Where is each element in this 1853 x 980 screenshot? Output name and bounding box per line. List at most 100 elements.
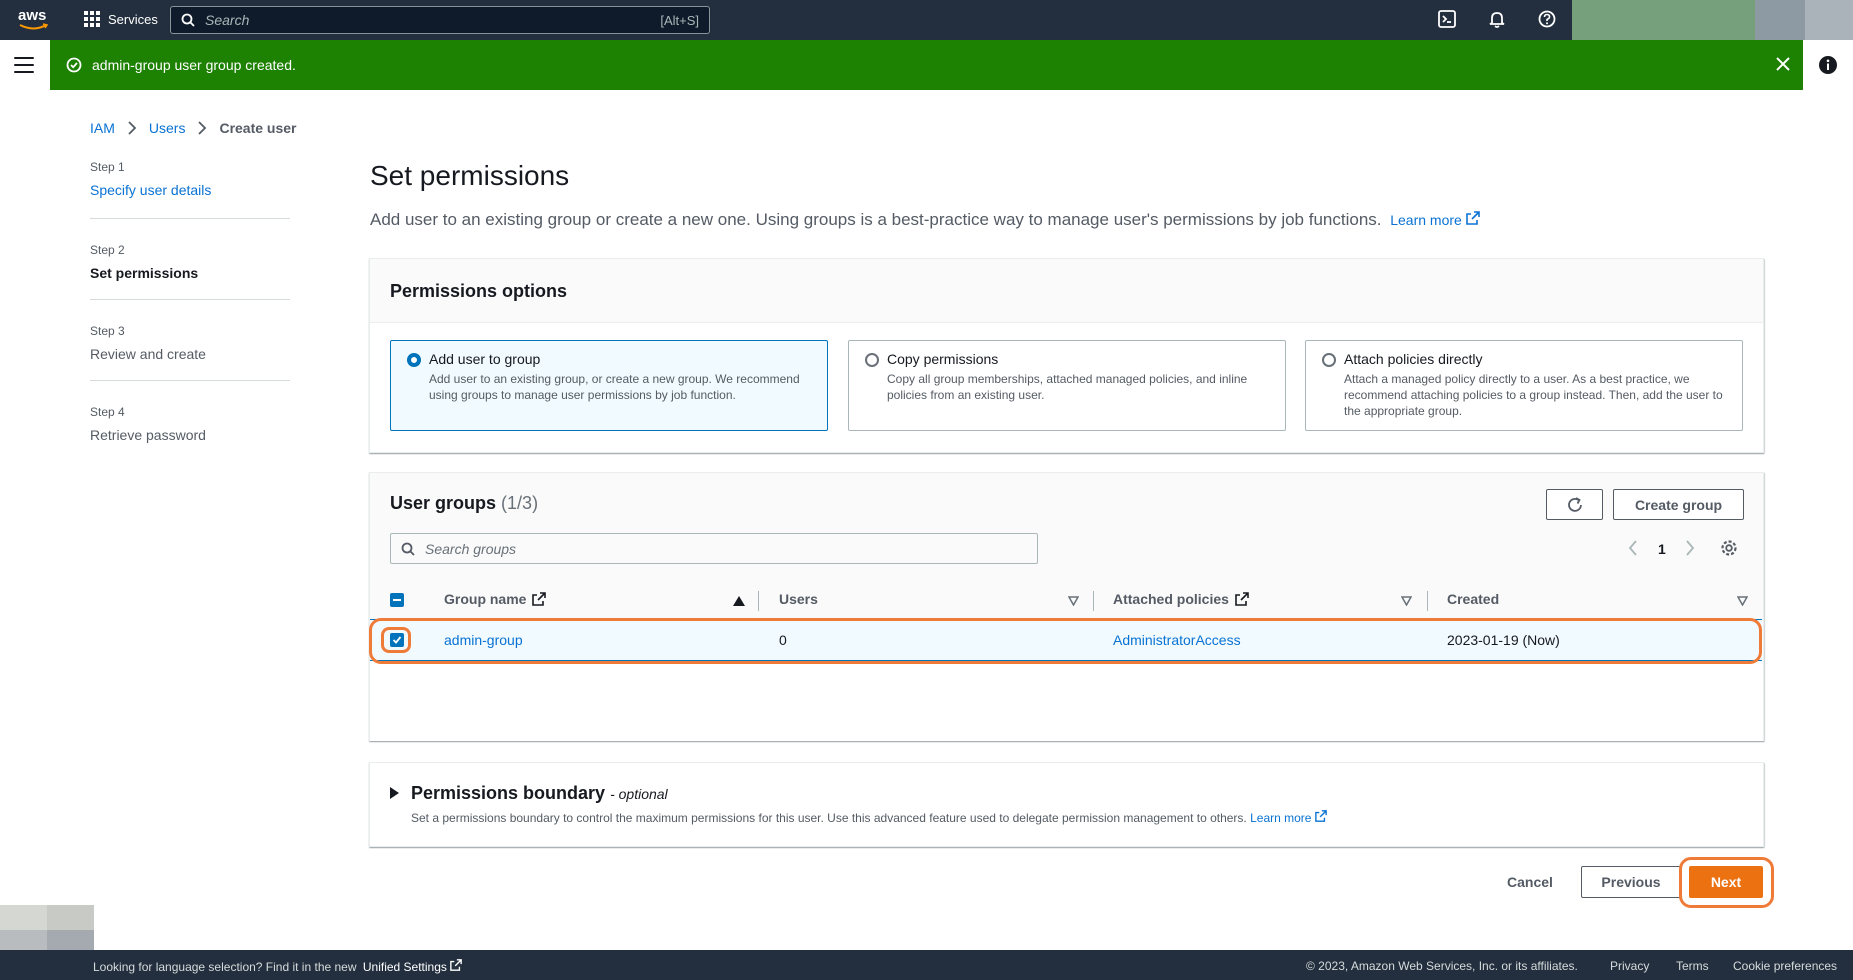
- learn-more-label: Learn more: [1250, 811, 1312, 825]
- sort-icon[interactable]: [1068, 596, 1079, 606]
- column-header-label: Created: [1447, 591, 1500, 607]
- notifications-bell-icon[interactable]: [1488, 10, 1506, 28]
- option-description: Add user to an existing group, or create…: [429, 372, 800, 402]
- option-title: Attach policies directly: [1344, 351, 1483, 367]
- chevron-right-icon: [198, 121, 207, 135]
- breadcrumb-users[interactable]: Users: [149, 120, 186, 136]
- unified-settings-link[interactable]: Unified Settings: [362, 959, 463, 974]
- wizard-steps: Step 1 Specify user details Step 2 Set p…: [90, 160, 290, 485]
- grid-icon: [84, 11, 100, 27]
- cancel-button[interactable]: Cancel: [1507, 874, 1553, 890]
- gear-icon[interactable]: [1720, 539, 1738, 557]
- external-link-icon: [532, 592, 547, 606]
- page-title: Set permissions: [370, 160, 570, 191]
- wizard-step-1: Step 1 Specify user details: [90, 160, 290, 219]
- footer-lang-text: Looking for language selection? Find it …: [93, 960, 357, 974]
- global-search-input[interactable]: Search [Alt+S]: [170, 6, 710, 34]
- sort-ascending-icon[interactable]: [733, 596, 745, 606]
- option-title: Copy permissions: [887, 351, 999, 367]
- chevron-left-icon[interactable]: [1628, 540, 1638, 556]
- radio-selected[interactable]: [407, 353, 421, 367]
- unified-settings-label: Unified Settings: [362, 960, 447, 974]
- help-icon[interactable]: [1538, 10, 1556, 28]
- search-shortcut: [Alt+S]: [660, 12, 699, 28]
- user-groups-count: (1/3): [501, 493, 539, 513]
- select-all-checkbox[interactable]: [390, 593, 404, 607]
- step-number: Step 3: [90, 324, 125, 338]
- option-add-user-to-group[interactable]: Add user to group Add user to an existin…: [390, 340, 828, 431]
- success-flashbar: admin-group user group created.: [50, 40, 1803, 90]
- sort-icon[interactable]: [1737, 596, 1748, 606]
- search-icon: [401, 542, 415, 556]
- services-menu-button[interactable]: Services: [84, 11, 158, 27]
- permissions-boundary-description: Set a permissions boundary to control th…: [411, 810, 1327, 825]
- page-subtitle-text: Add user to an existing group or create …: [370, 210, 1382, 229]
- option-attach-policies-directly[interactable]: Attach policies directly Attach a manage…: [1305, 340, 1743, 431]
- cloudshell-icon[interactable]: [1438, 10, 1456, 28]
- step-label-set-permissions: Set permissions: [90, 265, 199, 281]
- refresh-button[interactable]: [1546, 489, 1603, 520]
- radio-unselected[interactable]: [865, 353, 879, 367]
- side-navigation-toggle[interactable]: [14, 57, 34, 73]
- step-number: Step 1: [90, 160, 125, 174]
- create-group-button[interactable]: Create group: [1613, 489, 1744, 520]
- footer-terms-link[interactable]: Terms: [1676, 959, 1709, 973]
- previous-button[interactable]: Previous: [1581, 866, 1681, 898]
- aws-logo-text: aws: [18, 7, 47, 24]
- chevron-right-icon[interactable]: [1685, 540, 1695, 556]
- external-link-icon: [450, 959, 463, 971]
- search-groups-input[interactable]: Search groups: [390, 533, 1038, 564]
- user-groups-title: User groups (1/3): [390, 493, 538, 514]
- step-number: Step 2: [90, 243, 125, 257]
- checkbox-highlight-annotation: [381, 627, 411, 653]
- learn-more-link[interactable]: Learn more: [1390, 211, 1480, 228]
- external-link-icon: [1235, 592, 1249, 606]
- info-panel-icon[interactable]: [1818, 55, 1838, 75]
- refresh-icon: [1567, 496, 1582, 512]
- wizard-step-3: Step 3 Review and create: [90, 324, 290, 381]
- caret-right-icon[interactable]: [390, 787, 399, 799]
- external-link-icon: [1314, 810, 1327, 822]
- column-header-label: Group name: [444, 591, 527, 607]
- flash-message: admin-group user group created.: [92, 57, 296, 73]
- breadcrumb: IAM Users Create user: [90, 120, 297, 136]
- boundary-desc-text: Set a permissions boundary to control th…: [411, 811, 1247, 825]
- breadcrumb-iam[interactable]: IAM: [90, 120, 115, 136]
- external-link-icon: [1465, 211, 1480, 225]
- boundary-learn-more-link[interactable]: Learn more: [1250, 810, 1327, 825]
- next-highlight-annotation: [1679, 857, 1774, 908]
- page-description: Add user to an existing group or create …: [370, 210, 1480, 230]
- aws-logo[interactable]: aws: [18, 7, 52, 32]
- chevron-right-icon: [128, 121, 137, 135]
- column-group-name[interactable]: Group name: [444, 591, 547, 607]
- permissions-options-title: Permissions options: [390, 281, 568, 301]
- sort-icon[interactable]: [1401, 596, 1412, 606]
- success-check-icon: [66, 57, 82, 73]
- permissions-boundary-title: Permissions boundary: [411, 783, 606, 803]
- option-description: Attach a managed policy directly to a us…: [1344, 372, 1723, 418]
- column-attached-policies[interactable]: Attached policies: [1113, 591, 1249, 607]
- footer-language-note: Looking for language selection? Find it …: [93, 959, 463, 974]
- step-link-specify-user-details[interactable]: Specify user details: [90, 182, 211, 198]
- close-icon[interactable]: [1775, 56, 1791, 72]
- radio-unselected[interactable]: [1322, 353, 1336, 367]
- wizard-step-4: Step 4 Retrieve password: [90, 405, 290, 461]
- step-label-review-and-create: Review and create: [90, 346, 206, 362]
- column-users[interactable]: Users: [779, 591, 818, 607]
- search-groups-placeholder: Search groups: [425, 540, 517, 557]
- footer-privacy-link[interactable]: Privacy: [1610, 959, 1649, 973]
- optional-label: - optional: [610, 786, 668, 802]
- page-number[interactable]: 1: [1658, 541, 1666, 557]
- account-menu[interactable]: [1572, 0, 1853, 40]
- wizard-step-2: Step 2 Set permissions: [90, 243, 290, 300]
- footer-cookie-preferences-link[interactable]: Cookie preferences: [1733, 959, 1837, 973]
- column-created[interactable]: Created: [1447, 591, 1499, 607]
- option-copy-permissions[interactable]: Copy permissions Copy all group membersh…: [848, 340, 1286, 431]
- column-header-label: Attached policies: [1113, 591, 1229, 607]
- permissions-options-header: Permissions options: [370, 259, 1763, 323]
- footer: Looking for language selection? Find it …: [0, 950, 1853, 980]
- step-label-retrieve-password: Retrieve password: [90, 427, 206, 443]
- services-label: Services: [108, 11, 158, 27]
- column-header-label: Users: [779, 591, 818, 607]
- permissions-boundary-toggle[interactable]: Permissions boundary - optional: [411, 783, 668, 804]
